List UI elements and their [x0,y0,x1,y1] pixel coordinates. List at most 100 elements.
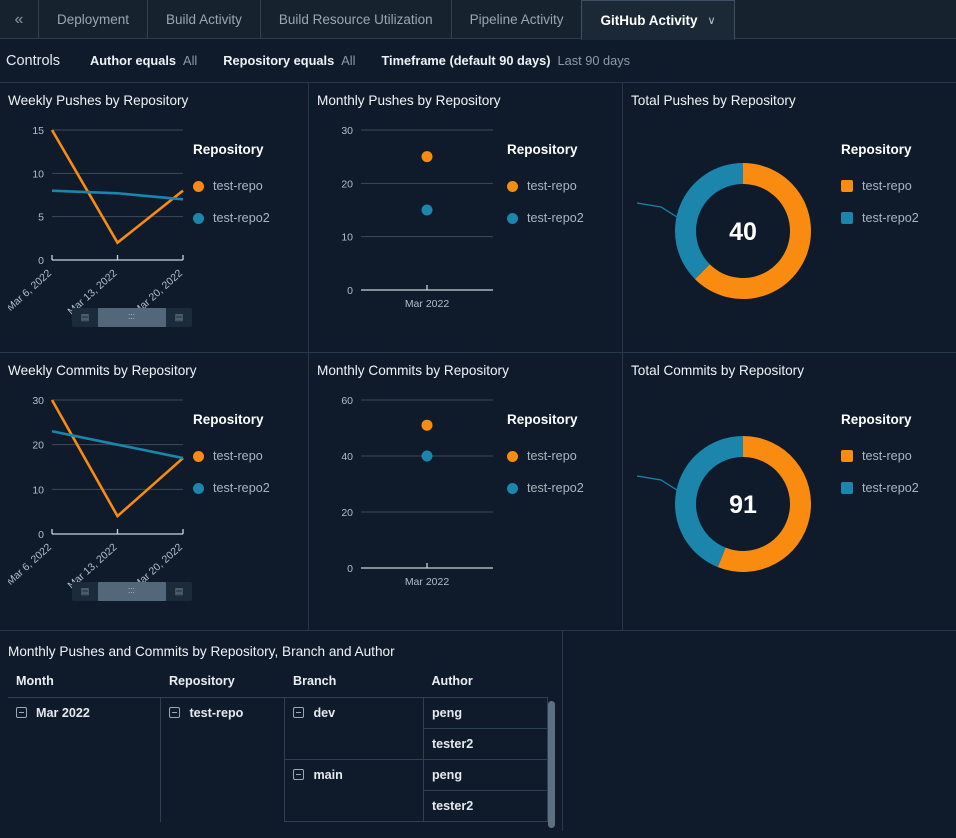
column-header-repository[interactable]: Repository [160,671,285,698]
panel-empty-right [563,631,956,831]
tab-label: Pipeline Activity [469,12,564,27]
weekly-commits-plot[interactable]: 0 10 20 30 Mar 6, 2022 Mar 13, 2022 Mar 20, 20… [8,384,193,606]
legend-title: Repository [193,412,264,427]
legend-label: test-repo [527,179,577,193]
panel-weekly-pushes: Weekly Pushes by Repository 0 5 10 15 Mar 6,… [0,83,309,353]
cell-text: dev [313,706,336,720]
chevron-down-icon[interactable]: ∨ [707,14,715,27]
collapse-sidebar-icon[interactable]: « [0,0,38,39]
panel-title: Monthly Commits by Repository [317,363,509,378]
svg-text:20: 20 [341,507,353,519]
column-header-author[interactable]: Author [423,671,548,698]
legend-monthly-pushes: Repository test-repo test-repo2 [507,114,584,339]
legend-label: test-repo [862,449,912,463]
legend-label: test-repo2 [527,481,584,495]
panel-monthly-pushes: Monthly Pushes by Repository 0 10 20 30 Mar … [309,83,623,353]
scroll-left-handle[interactable]: ▤ [72,308,98,327]
filter-timeframe[interactable]: Timeframe (default 90 days) Last 90 days [381,53,630,68]
legend-label: test-repo [862,179,912,193]
svg-text:60: 60 [341,395,353,407]
legend-swatch [507,212,518,224]
legend-label: test-repo2 [862,481,919,495]
scroll-right-handle[interactable]: ▤ [166,582,192,601]
x-axis-scrollbar[interactable]: ▤ ⋯ ⋯ ▤ [72,582,192,601]
legend-swatch [507,450,518,462]
legend-item-test-repo2[interactable]: test-repo2 [507,211,584,225]
svg-text:20: 20 [341,178,353,190]
expand-collapse-icon[interactable] [293,707,305,718]
weekly-pushes-plot[interactable]: 0 5 10 15 Mar 6, 2022 Mar 13, 2022 Mar 20, 202… [8,114,193,332]
svg-text:30: 30 [32,395,44,407]
svg-text:5: 5 [38,212,44,224]
svg-text:Mar 6, 2022: Mar 6, 2022 [8,541,54,588]
svg-text:0: 0 [347,285,353,297]
scroll-left-handle[interactable]: ▤ [72,582,98,601]
legend-swatch [841,450,853,462]
legend-item-test-repo[interactable]: test-repo [841,449,919,463]
controls-bar: Controls Author equals All Repository eq… [0,39,956,83]
table-header-row: Month Repository Branch Author [8,671,548,698]
svg-text:Mar 2022: Mar 2022 [405,576,450,588]
legend-label: test-repo2 [213,481,270,495]
total-commits-donut[interactable]: 91 [631,384,841,619]
legend-item-test-repo[interactable]: test-repo [507,449,584,463]
filter-value: Last 90 days [557,53,631,68]
tab-deployment[interactable]: Deployment [38,0,147,39]
controls-title: Controls [6,52,60,69]
legend-item-test-repo2[interactable]: test-repo2 [193,211,270,225]
tab-github-activity[interactable]: GitHub Activity ∨ [581,0,735,40]
tab-build-resource-utilization[interactable]: Build Resource Utilization [259,0,451,39]
svg-text:40: 40 [341,451,353,463]
legend-item-test-repo2[interactable]: test-repo2 [193,481,270,495]
svg-text:10: 10 [32,168,44,180]
legend-weekly-pushes: Repository test-repo test-repo2 [193,114,270,332]
legend-swatch [841,180,853,192]
legend-label: test-repo2 [527,211,584,225]
table-row: Mar 2022 test-repo dev peng [8,697,549,822]
svg-text:10: 10 [341,232,353,244]
filter-repository[interactable]: Repository equals All [223,53,355,68]
panel-total-pushes: Total Pushes by Repository 40 Repository… [623,83,956,353]
x-axis-scrollbar[interactable]: ▤ ⋯ ⋯ ▤ [72,308,192,327]
legend-item-test-repo2[interactable]: test-repo2 [507,481,584,495]
table-vertical-scrollbar[interactable] [548,701,555,828]
total-pushes-donut[interactable]: 40 [631,114,841,344]
legend-title: Repository [841,142,912,157]
scroll-right-handle[interactable]: ▤ [166,308,192,327]
tab-build-activity[interactable]: Build Activity [147,0,260,39]
svg-text:10: 10 [32,484,44,496]
column-header-branch[interactable]: Branch [284,671,424,698]
double-chevron-left-icon: « [14,10,24,28]
tab-label: Build Activity [166,12,242,27]
filter-author[interactable]: Author equals All [90,53,197,68]
filter-label: Repository equals [223,53,335,68]
legend-label: test-repo [213,449,263,463]
scroll-thumb[interactable]: ⋯ ⋯ [98,582,166,601]
expand-collapse-icon[interactable] [169,707,181,718]
legend-item-test-repo[interactable]: test-repo [841,179,919,193]
expand-collapse-icon[interactable] [293,769,305,780]
legend-item-test-repo[interactable]: test-repo [193,449,270,463]
svg-text:Mar 6, 2022: Mar 6, 2022 [8,267,54,314]
legend-item-test-repo2[interactable]: test-repo2 [841,211,919,225]
data-table: Month Repository Branch Author Mar 2022 … [8,671,549,822]
tab-pipeline-activity[interactable]: Pipeline Activity [450,0,582,39]
column-header-month[interactable]: Month [8,671,161,698]
legend-monthly-commits: Repository test-repo test-repo2 [507,384,584,614]
cell-text: Mar 2022 [36,706,90,720]
panel-monthly-pushes-commits-table: Monthly Pushes and Commits by Repository… [0,631,563,831]
panel-title: Monthly Pushes by Repository [317,93,501,108]
tab-label: Deployment [57,12,130,27]
expand-collapse-icon[interactable] [16,707,27,718]
legend-item-test-repo[interactable]: test-repo [193,179,270,193]
legend-item-test-repo2[interactable]: test-repo2 [841,481,919,495]
legend-item-test-repo[interactable]: test-repo [507,179,584,193]
cell-author: tester2 [423,790,549,822]
svg-text:0: 0 [38,255,44,267]
panel-weekly-commits: Weekly Commits by Repository 0 10 20 30 Mar … [0,353,309,631]
cell-month: Mar 2022 [8,697,162,822]
bottom-section: Monthly Pushes and Commits by Repository… [0,631,956,831]
monthly-commits-plot[interactable]: 0 20 40 60 Mar 2022 [317,384,507,614]
monthly-pushes-plot[interactable]: 0 10 20 30 Mar 2022 [317,114,507,339]
scroll-thumb[interactable]: ⋯ ⋯ [98,308,166,327]
